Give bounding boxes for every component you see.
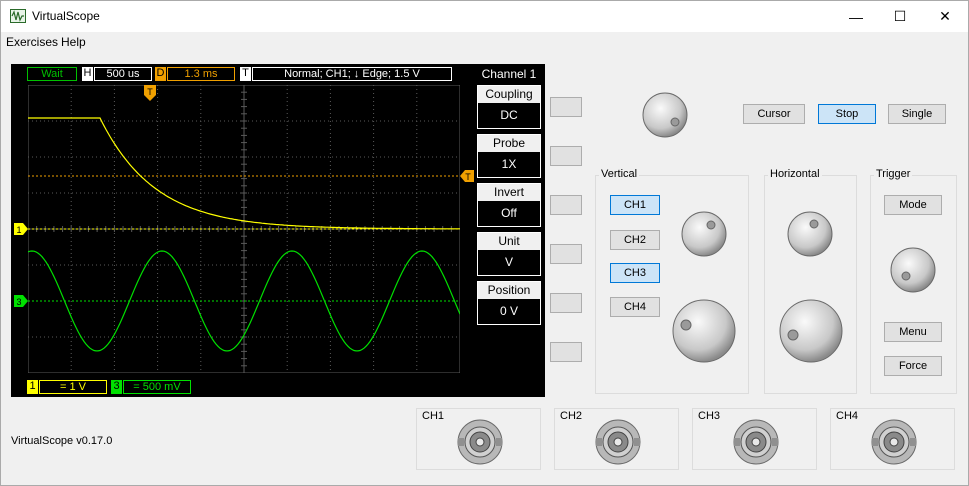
maximize-button[interactable]: ☐	[877, 1, 923, 32]
vertical-group-label: Vertical	[599, 168, 640, 180]
ch3-ground-marker: 3	[14, 295, 28, 307]
input-ch3-label: CH3	[698, 410, 721, 422]
softkey-5[interactable]	[550, 293, 582, 313]
acquisition-status: Wait	[27, 67, 77, 81]
delay-key: D	[155, 67, 166, 81]
trigger-level-marker: T	[460, 170, 474, 182]
minimize-icon: —	[849, 8, 863, 25]
param-unit[interactable]: Unit V	[477, 232, 541, 276]
param-unit-label: Unit	[478, 233, 540, 250]
param-invert-label: Invert	[478, 184, 540, 201]
bnc-connector-icon	[457, 419, 503, 465]
vertical-scale-knob[interactable]	[671, 298, 737, 364]
close-icon: ✕	[939, 8, 951, 24]
close-button[interactable]: ✕	[922, 1, 968, 32]
horizontal-value: 500 us	[94, 67, 152, 81]
input-ch2-label: CH2	[560, 410, 583, 422]
trigger-menu-button[interactable]: Menu	[884, 322, 942, 342]
bnc-connector-icon	[733, 419, 779, 465]
param-position[interactable]: Position 0 V	[477, 281, 541, 325]
trigger-group-label: Trigger	[874, 168, 913, 180]
ch1-scale-number: 1	[27, 380, 38, 394]
app-window: VirtualScope — ☐ ✕ Exercises Help Wait H…	[0, 0, 969, 486]
ch3-select-button[interactable]: CH3	[610, 263, 660, 283]
ch4-select-button[interactable]: CH4	[610, 297, 660, 317]
param-invert[interactable]: Invert Off	[477, 183, 541, 227]
input-ch2[interactable]: CH2	[554, 408, 679, 470]
param-coupling-value: DC	[500, 108, 518, 122]
maximize-icon: ☐	[893, 8, 907, 24]
softkey-2[interactable]	[550, 146, 582, 166]
param-position-value: 0 V	[499, 304, 518, 318]
channel-menu-title: Channel 1	[481, 67, 537, 81]
multipurpose-knob[interactable]	[641, 91, 689, 139]
ch3-ground-label: 3	[16, 297, 21, 307]
input-ch4-label: CH4	[836, 410, 859, 422]
waveform-screen[interactable]	[27, 84, 461, 374]
scope-display: Wait H 500 us D 1.3 ms T Normal; CH1; ↓ …	[11, 64, 545, 397]
trigger-level-label: T	[465, 172, 471, 182]
trigger-position-label: T	[147, 87, 153, 97]
trigger-key: T	[240, 67, 251, 81]
oscilloscope-app-icon	[10, 9, 26, 23]
softkey-3[interactable]	[550, 195, 582, 215]
param-coupling-label: Coupling	[478, 86, 540, 103]
param-invert-value: Off	[501, 206, 517, 220]
trigger-position-marker: T	[144, 85, 156, 101]
softkey-1[interactable]	[550, 97, 582, 117]
ch1-ground-label: 1	[16, 225, 21, 235]
ch2-select-button[interactable]: CH2	[610, 230, 660, 250]
menu-help[interactable]: Help	[61, 35, 86, 49]
horizontal-key: H	[82, 67, 93, 81]
bnc-connector-icon	[595, 419, 641, 465]
vertical-position-knob[interactable]	[680, 210, 728, 258]
param-probe-label: Probe	[478, 135, 540, 152]
param-unit-value: V	[504, 255, 513, 269]
ch1-scale-value: = 1 V	[39, 380, 107, 394]
delay-value: 1.3 ms	[167, 67, 235, 81]
input-ch3[interactable]: CH3	[692, 408, 817, 470]
menu-bar: Exercises Help	[1, 32, 968, 52]
ch3-scale-number: 3	[111, 380, 122, 394]
version-label: VirtualScope v0.17.0	[11, 435, 113, 447]
trigger-level-knob[interactable]	[889, 246, 937, 294]
softkey-4[interactable]	[550, 244, 582, 264]
horizontal-group-label: Horizontal	[768, 168, 822, 180]
ch1-ground-marker: 1	[14, 223, 28, 235]
menu-exercises[interactable]: Exercises	[6, 35, 58, 49]
horizontal-position-knob[interactable]	[786, 210, 834, 258]
horizontal-scale-knob[interactable]	[778, 298, 844, 364]
minimize-button[interactable]: —	[833, 1, 879, 32]
param-probe[interactable]: Probe 1X	[477, 134, 541, 178]
trigger-mode-button[interactable]: Mode	[884, 195, 942, 215]
input-ch4[interactable]: CH4	[830, 408, 955, 470]
input-ch1[interactable]: CH1	[416, 408, 541, 470]
param-coupling[interactable]: Coupling DC	[477, 85, 541, 129]
trigger-force-button[interactable]: Force	[884, 356, 942, 376]
title-bar: VirtualScope — ☐ ✕	[1, 1, 968, 32]
ch1-select-button[interactable]: CH1	[610, 195, 660, 215]
trigger-value: Normal; CH1; ↓ Edge; 1.5 V	[252, 67, 452, 81]
cursor-button[interactable]: Cursor	[743, 104, 805, 124]
stop-button[interactable]: Stop	[818, 104, 876, 124]
bnc-connector-icon	[871, 419, 917, 465]
param-probe-value: 1X	[501, 157, 517, 171]
single-button[interactable]: Single	[888, 104, 946, 124]
window-title: VirtualScope	[32, 9, 100, 23]
input-ch1-label: CH1	[422, 410, 445, 422]
ch3-scale-value: = 500 mV	[123, 380, 191, 394]
param-position-label: Position	[478, 282, 540, 299]
waveform-svg	[27, 84, 461, 374]
softkey-6[interactable]	[550, 342, 582, 362]
